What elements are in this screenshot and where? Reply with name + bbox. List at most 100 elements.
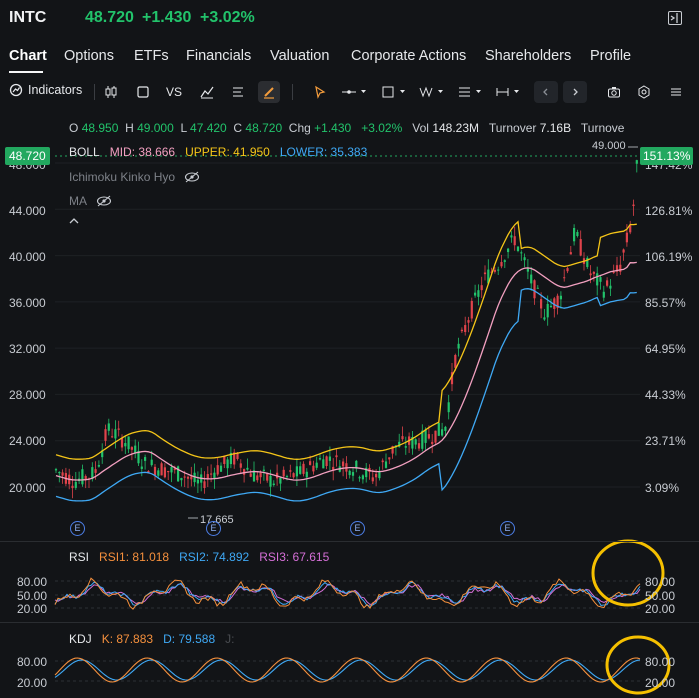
candle-body [157,470,160,476]
candle-body [312,465,315,472]
candle-body [285,476,289,478]
ichimoku-legend[interactable]: Ichimoku Kinko Hyo [69,169,200,184]
earnings-marker[interactable]: E [500,521,515,536]
candle-body [153,466,157,476]
candle-body [493,269,496,272]
candle-body [266,473,269,481]
rsi3-value: 67.615 [292,550,330,564]
candle-body [239,463,242,468]
candle-body [302,463,305,474]
candle-body [325,456,328,467]
candle-body [259,472,262,478]
eye-hidden-icon[interactable] [96,195,112,207]
price-chart[interactable] [0,0,699,698]
boll-upper-value: 41.950 [233,145,270,159]
candle-body [516,246,520,251]
candle-body [203,481,206,489]
candle-body [299,466,302,474]
candle-body [335,455,338,458]
candle-body [94,469,97,473]
pane-divider[interactable] [0,541,699,542]
candle-body [342,461,345,467]
earnings-marker[interactable]: E [350,521,365,536]
kdj-d-value: 79.588 [178,632,216,646]
candle-body [210,473,213,475]
kdj-k-label: K: [101,632,114,646]
rsi-legend[interactable]: RSI RSI1: 81.018 RSI2: 74.892 RSI3: 67.6… [69,550,329,564]
candle-body [540,299,543,309]
candle-body [71,485,74,489]
earnings-marker[interactable]: E [70,521,85,536]
candle-body [414,439,417,445]
candle-body [384,461,388,468]
rsi2-value: 74.892 [212,550,250,564]
boll-lower-value: 35.383 [330,145,368,159]
candle-body [606,280,609,286]
kdj-label: KDJ [69,632,92,646]
collapse-legend-button[interactable] [69,214,79,228]
candle-body [497,269,500,271]
candle-body [401,436,404,440]
candle-body [226,459,229,469]
eye-hidden-icon[interactable] [184,171,200,183]
chg-value: +1.430 [314,121,352,135]
candle-body [183,476,186,478]
candle-body [361,475,364,480]
rsi-label: RSI [69,550,90,564]
candle-body [404,446,407,448]
vol-value: 148.23M [432,121,480,135]
candle-body [61,472,64,476]
candle-body [206,474,209,479]
kdj-legend[interactable]: KDJ K: 87.883 D: 79.588 J: [69,632,235,646]
candle-body [167,470,170,473]
boll-label: BOLL [69,145,100,159]
candle-body [632,204,635,207]
candle-body [464,325,467,333]
candle-body [249,473,252,477]
ma-legend[interactable]: MA [69,193,111,208]
candle-body [163,467,166,478]
candle-body [117,428,120,430]
candle-body [566,268,569,272]
boll-legend[interactable]: BOLL MID: 38.666 UPPER: 41.950 LOWER: 35… [69,145,367,159]
boll-lower-label: LOWER: [279,145,328,159]
candle-body [328,456,331,461]
kdj-level-label-right: 80.00 [645,655,676,669]
candle-body [351,472,355,476]
candle-body [549,305,553,308]
chg-pct-value: +3.02% [361,121,403,135]
kdj-d-line [54,659,641,681]
candle-body [315,462,318,468]
kdj-j-label: J: [225,632,235,646]
rsi-level-label-right: 80.00 [645,575,676,589]
candle-body [470,300,473,319]
candle-body [444,426,447,431]
candle-body [381,460,384,463]
y-axis-label: 20.000 [9,481,46,495]
rsi1-line [54,577,641,610]
candle-body [279,477,282,484]
close-value: 48.720 [245,121,283,135]
candle-body [371,477,374,482]
candle-body [114,429,117,439]
y-axis-pct-label: 85.57% [645,296,686,310]
rsi1-label: RSI1: [99,550,130,564]
y-axis-pct-label: 3.09% [645,481,680,495]
candle-body [612,271,615,273]
low-label: L [180,121,187,135]
y-axis-pct-label: 106.19% [645,250,693,264]
y-axis-label: 32.000 [9,342,46,356]
candle-body [282,469,285,477]
rsi3-label: RSI3: [259,550,290,564]
candle-body [269,475,272,487]
y-axis-pct-label: 64.95% [645,342,686,356]
pane-divider[interactable] [0,622,699,623]
candle-body [474,292,477,296]
earnings-marker[interactable]: E [206,521,221,536]
candle-body [530,274,533,284]
candle-body [107,423,110,431]
rsi-level-label: 80.00 [17,575,48,589]
high-value: 49.000 [137,121,174,135]
candle-body [104,429,107,441]
candle-body [256,475,259,481]
